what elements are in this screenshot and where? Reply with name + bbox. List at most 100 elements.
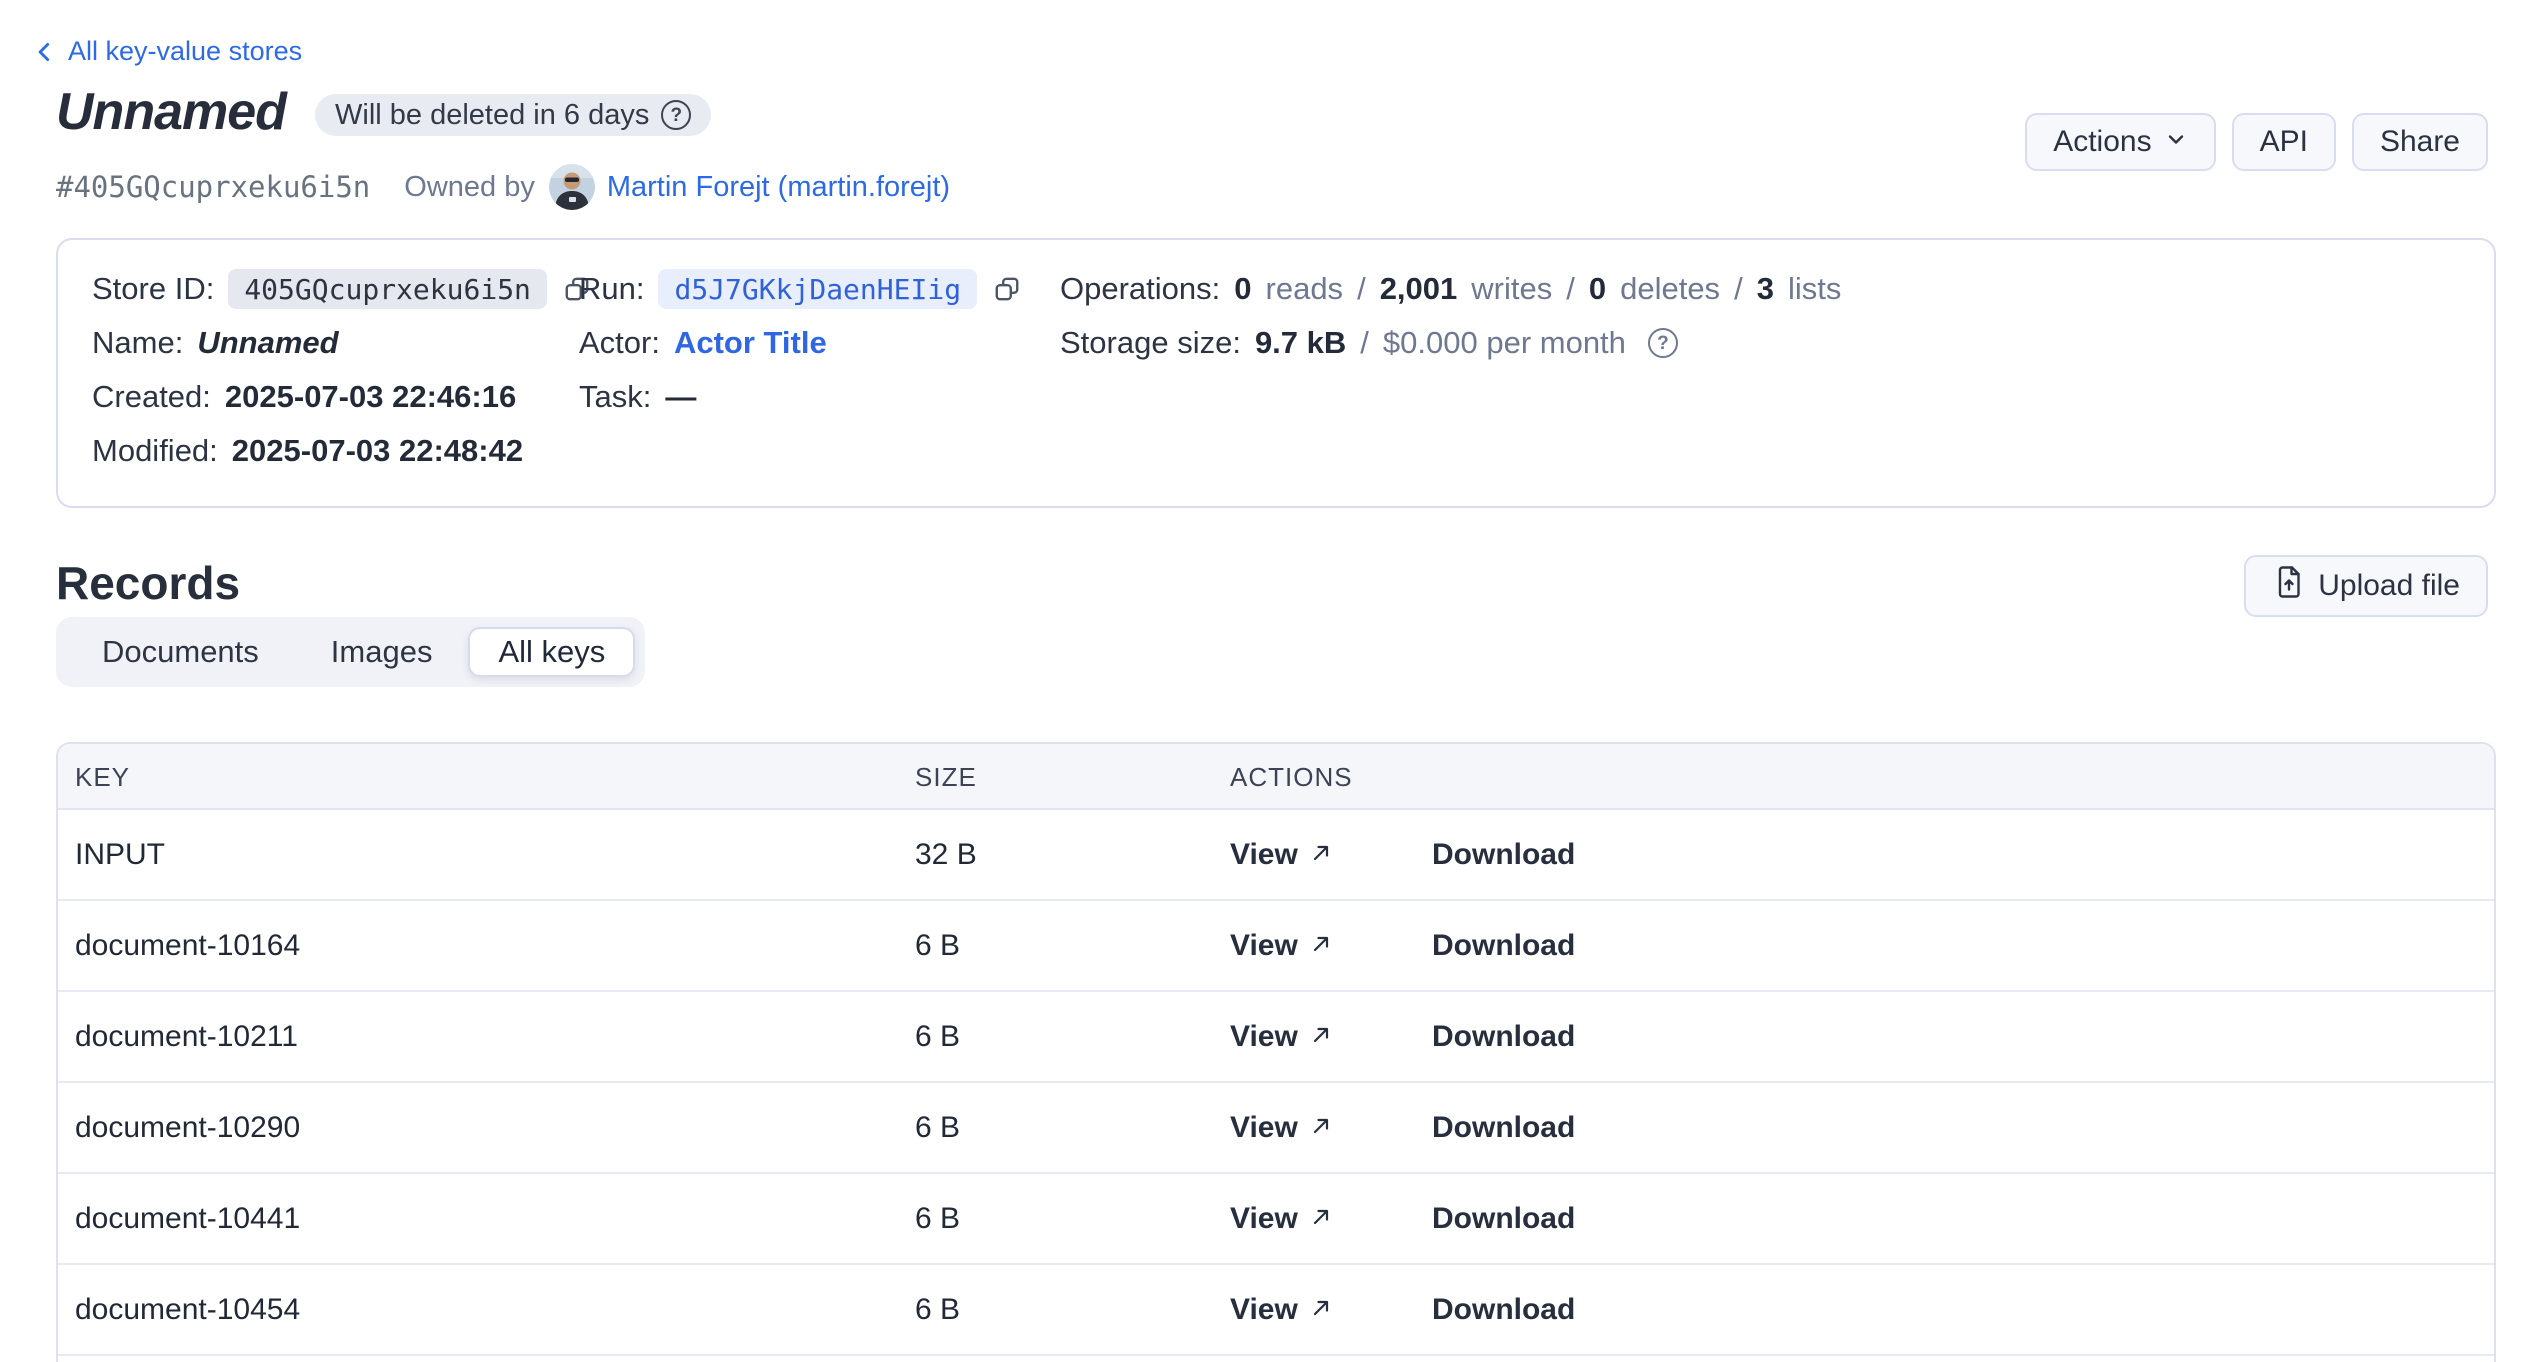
operations-lists-value: 3 [1757,271,1774,307]
records-table: KEY SIZE ACTIONS INPUT 32 B View Downloa… [56,742,2496,1362]
operations-writes-value: 2,001 [1380,271,1458,307]
owner-link[interactable]: Martin Forejt (martin.forejt) [607,171,950,204]
records-heading: Records [56,556,240,610]
view-link[interactable]: View [1230,838,1332,872]
table-header: KEY SIZE ACTIONS [58,744,2494,810]
modified-value: 2025-07-03 22:48:42 [232,433,523,469]
tab-images[interactable]: Images [295,617,469,687]
separator: / [1734,271,1743,307]
tab-documents[interactable]: Documents [66,617,295,687]
table-row: document-10441 6 B View Download [58,1174,2494,1265]
name-label: Name: [92,325,183,361]
toolbar: Actions API Share [2025,113,2488,171]
store-meta-row: #405GQcuprxeku6i5n Owned by Martin Forej… [56,163,950,211]
record-size: 6 B [915,1083,960,1172]
question-circle-icon[interactable]: ? [1648,328,1678,358]
view-link[interactable]: View [1230,1020,1332,1054]
created-label: Created: [92,379,211,415]
actions-button-label: Actions [2053,125,2151,159]
external-link-icon [1310,929,1332,963]
deletion-badge: Will be deleted in 6 days ? [315,94,711,136]
download-link[interactable]: Download [1432,1020,1575,1054]
external-link-icon [1310,1202,1332,1236]
actions-button[interactable]: Actions [2025,113,2215,171]
task-cell: Task: — [579,374,696,420]
modified-label: Modified: [92,433,218,469]
record-key: document-10441 [75,1174,300,1263]
table-row: document-10454 6 B View Download [58,1265,2494,1356]
upload-file-icon [2272,565,2306,607]
separator: / [1360,325,1369,361]
download-link[interactable]: Download [1432,838,1575,872]
view-label: View [1230,1293,1298,1327]
record-size: 6 B [915,1265,960,1354]
record-key: document-10454 [75,1265,300,1354]
download-link[interactable]: Download [1432,929,1575,963]
actor-cell: Actor: Actor Title [579,320,827,366]
column-header-size: SIZE [915,744,977,810]
store-id-hash: #405GQcuprxeku6i5n [56,170,370,204]
separator: / [1566,271,1575,307]
storage-cost-value: $0.000 per month [1383,325,1626,361]
record-key: INPUT [75,810,165,899]
created-cell: Created: 2025-07-03 22:46:16 [92,374,516,420]
question-circle-icon[interactable]: ? [661,100,691,130]
view-label: View [1230,1111,1298,1145]
external-link-icon [1310,1020,1332,1054]
store-info-card: Store ID: 405GQcuprxeku6i5n Run: d5J7GKk… [56,238,2496,508]
record-key: document-10290 [75,1083,300,1172]
view-link[interactable]: View [1230,929,1332,963]
page-title: Unnamed [56,82,286,142]
run-label: Run: [579,271,644,307]
run-chip[interactable]: d5J7GKkjDaenHEIig [658,269,977,309]
operations-cell: Operations: 0 reads / 2,001 writes / 0 d… [1060,266,1841,312]
column-header-actions: ACTIONS [1230,744,1353,810]
table-row: document-10290 6 B View Download [58,1083,2494,1174]
view-link[interactable]: View [1230,1293,1332,1327]
owned-by-label: Owned by [404,171,535,204]
view-label: View [1230,1202,1298,1236]
external-link-icon [1310,1111,1332,1145]
operations-lists-unit: lists [1788,271,1841,307]
key-value-store-detail-page: All key-value stores Unnamed Will be del… [0,0,2540,1362]
chevron-left-icon [32,39,58,65]
copy-icon[interactable] [993,275,1021,303]
operations-label: Operations: [1060,271,1220,307]
api-button[interactable]: API [2232,113,2336,171]
name-cell: Name: Unnamed [92,320,339,366]
record-size: 6 B [915,1174,960,1263]
deletion-badge-label: Will be deleted in 6 days [335,99,649,132]
tab-all-keys[interactable]: All keys [468,627,635,677]
operations-deletes-unit: deletes [1620,271,1720,307]
actor-link[interactable]: Actor Title [674,325,827,361]
store-id-chip: 405GQcuprxeku6i5n [228,269,547,309]
table-row: document-10164 6 B View Download [58,901,2494,992]
separator: / [1357,271,1366,307]
view-label: View [1230,1020,1298,1054]
view-label: View [1230,929,1298,963]
upload-file-button[interactable]: Upload file [2244,555,2488,617]
download-link[interactable]: Download [1432,1293,1575,1327]
api-button-label: API [2260,125,2308,159]
record-size: 6 B [915,901,960,990]
back-to-stores-link[interactable]: All key-value stores [32,36,302,67]
view-link[interactable]: View [1230,1202,1332,1236]
modified-cell: Modified: 2025-07-03 22:48:42 [92,428,523,474]
record-size: 6 B [915,992,960,1081]
task-label: Task: [579,379,651,415]
view-link[interactable]: View [1230,1111,1332,1145]
table-row: INPUT 32 B View Download [58,810,2494,901]
download-link[interactable]: Download [1432,1202,1575,1236]
record-key: document-10164 [75,901,300,990]
share-button[interactable]: Share [2352,113,2488,171]
storage-size-label: Storage size: [1060,325,1241,361]
storage-size-value: 9.7 kB [1255,325,1346,361]
run-cell: Run: d5J7GKkjDaenHEIig [579,266,1021,312]
storage-cell: Storage size: 9.7 kB / $0.000 per month … [1060,320,1678,366]
store-name-value: Unnamed [197,325,338,361]
download-link[interactable]: Download [1432,1111,1575,1145]
chevron-down-icon [2164,125,2188,159]
external-link-icon [1310,838,1332,872]
task-value: — [665,379,696,415]
table-row: document-10211 6 B View Download [58,992,2494,1083]
